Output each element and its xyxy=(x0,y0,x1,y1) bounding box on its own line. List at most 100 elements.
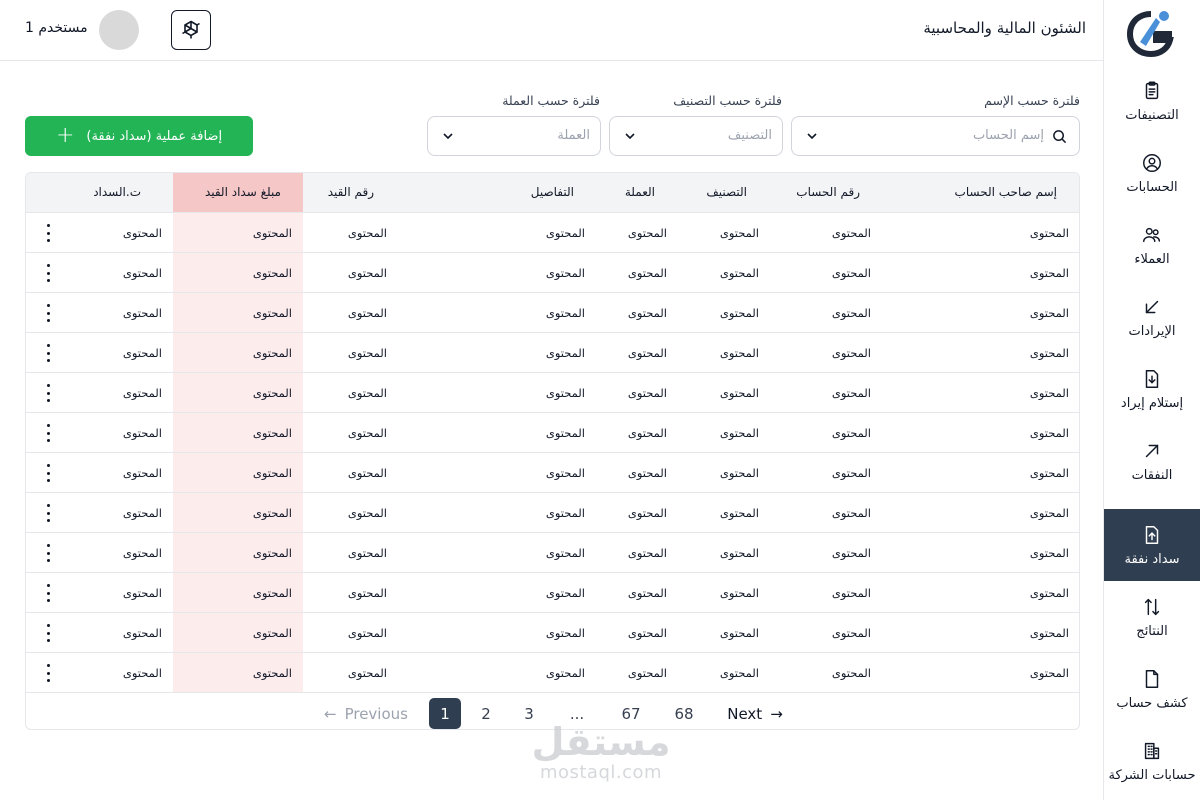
sidebar-item-label: إستلام إيراد xyxy=(1120,395,1184,411)
th-entry-amount: مبلغ سداد القيد xyxy=(204,185,281,199)
table-row[interactable]: المحتوى المحتوى المحتوى المحتوى المحتوى المحت… xyxy=(26,412,1079,452)
row-menu-icon[interactable] xyxy=(45,344,51,362)
watermark: مستقل mostaql.com xyxy=(526,722,676,783)
cell-currency: المحتوى xyxy=(627,626,667,640)
sidebar-item-8[interactable]: كشف حساب xyxy=(1104,653,1200,725)
cell-entry-number: المحتوى xyxy=(347,586,387,600)
row-menu-icon[interactable] xyxy=(45,304,51,322)
sidebar-item-5[interactable]: النفقات xyxy=(1104,425,1200,497)
th-entry-number: رقم القيد xyxy=(327,185,374,199)
page-title: الشئون المالية والمحاسبية xyxy=(923,19,1086,37)
row-menu-icon[interactable] xyxy=(45,504,51,522)
table-row[interactable]: المحتوى المحتوى المحتوى المحتوى المحتوى المحت… xyxy=(26,652,1079,692)
filter-name-placeholder: إسم الحساب xyxy=(972,128,1044,143)
next-page-button[interactable]: Next → xyxy=(723,698,787,729)
table-row[interactable]: المحتوى المحتوى المحتوى المحتوى المحتوى المحت… xyxy=(26,252,1079,292)
sidebar-item-9[interactable]: حسابات الشركة xyxy=(1104,725,1200,797)
cell-entry-amount: المحتوى xyxy=(252,386,292,400)
table-header: إسم صاحب الحساب رقم الحساب التصنيف العمل… xyxy=(26,173,1079,212)
row-menu-icon[interactable] xyxy=(45,384,51,402)
cell-entry-number: المحتوى xyxy=(347,426,387,440)
table-row[interactable]: المحتوى المحتوى المحتوى المحتوى المحتوى المحت… xyxy=(26,332,1079,372)
row-menu-icon[interactable] xyxy=(45,664,51,682)
cell-details: المحتوى xyxy=(545,626,585,640)
row-menu-icon[interactable] xyxy=(45,464,51,482)
cell-category: المحتوى xyxy=(719,426,759,440)
th-currency: العملة xyxy=(624,185,655,199)
sidebar-item-label: كشف حساب xyxy=(1116,695,1188,711)
cell-entry-number: المحتوى xyxy=(347,266,387,280)
row-menu-icon[interactable] xyxy=(45,624,51,642)
sidebar-item-3[interactable]: الإيرادات xyxy=(1104,281,1200,353)
row-menu-icon[interactable] xyxy=(45,264,51,282)
clipboard-icon xyxy=(1145,81,1159,99)
cell-currency: المحتوى xyxy=(627,226,667,240)
sidebar-item-6[interactable]: سداد نفقة xyxy=(1104,509,1200,581)
sidebar-item-1[interactable]: الحسابات xyxy=(1104,137,1200,209)
table-row[interactable]: المحتوى المحتوى المحتوى المحتوى المحتوى المحت… xyxy=(26,292,1079,332)
cell-entry-amount: المحتوى xyxy=(252,666,292,680)
cell-account-holder: المحتوى xyxy=(1029,586,1069,600)
cell-category: المحتوى xyxy=(719,506,759,520)
arrow-right-icon: → xyxy=(770,704,783,723)
company-logo[interactable] xyxy=(1126,6,1176,58)
cell-category: المحتوى xyxy=(719,626,759,640)
filter-currency-label: فلترة حسب العملة xyxy=(502,93,600,108)
cell-account-number: المحتوى xyxy=(831,586,871,600)
file-download-icon xyxy=(1145,369,1159,388)
sidebar-item-label: النتائج xyxy=(1136,623,1168,639)
th-payment-date: ت.السداد xyxy=(93,185,141,199)
user-avatar[interactable] xyxy=(99,10,139,50)
table-row[interactable]: المحتوى المحتوى المحتوى المحتوى المحتوى المحت… xyxy=(26,532,1079,572)
cell-payment-date: المحتوى xyxy=(122,666,162,680)
search-icon xyxy=(1053,130,1067,144)
sidebar-item-7[interactable]: النتائج xyxy=(1104,581,1200,653)
add-payment-button[interactable]: إضافة عملية (سداد نفقة) + xyxy=(25,116,253,156)
cell-details: المحتوى xyxy=(545,546,585,560)
filter-category-select[interactable]: التصنيف xyxy=(609,116,783,156)
payments-table: إسم صاحب الحساب رقم الحساب التصنيف العمل… xyxy=(25,172,1080,730)
users-icon xyxy=(1143,227,1161,242)
add-payment-label: إضافة عملية (سداد نفقة) xyxy=(86,128,223,144)
cell-account-holder: المحتوى xyxy=(1029,426,1069,440)
cell-category: المحتوى xyxy=(719,386,759,400)
cell-entry-amount: المحتوى xyxy=(252,306,292,320)
filter-currency-select[interactable]: العملة xyxy=(427,116,601,156)
cell-account-number: المحتوى xyxy=(831,306,871,320)
table-row[interactable]: المحتوى المحتوى المحتوى المحتوى المحتوى المحت… xyxy=(26,212,1079,252)
row-menu-icon[interactable] xyxy=(45,424,51,442)
filter-category-placeholder: التصنيف xyxy=(727,128,772,143)
cell-details: المحتوى xyxy=(545,386,585,400)
page-button[interactable]: 2 xyxy=(470,698,502,729)
cell-currency: المحتوى xyxy=(627,386,667,400)
table-row[interactable]: المحتوى المحتوى المحتوى المحتوى المحتوى المحت… xyxy=(26,612,1079,652)
table-row[interactable]: المحتوى المحتوى المحتوى المحتوى المحتوى المحت… xyxy=(26,372,1079,412)
table-row[interactable]: المحتوى المحتوى المحتوى المحتوى المحتوى المحت… xyxy=(26,452,1079,492)
sidebar-item-0[interactable]: التصنيفات xyxy=(1104,65,1200,137)
building-icon xyxy=(1144,742,1160,759)
sidebar-item-4[interactable]: إستلام إيراد xyxy=(1104,353,1200,425)
cell-entry-number: المحتوى xyxy=(347,666,387,680)
sidebar-item-label: العملاء xyxy=(1134,251,1170,267)
sidebar-item-label: الحسابات xyxy=(1126,179,1178,195)
filter-name-select[interactable]: إسم الحساب xyxy=(791,116,1080,156)
page-button[interactable]: 1 xyxy=(429,698,461,729)
row-menu-icon[interactable] xyxy=(45,584,51,602)
sidebar-item-2[interactable]: العملاء xyxy=(1104,209,1200,281)
chevron-down-icon xyxy=(443,133,453,140)
table-row[interactable]: المحتوى المحتوى المحتوى المحتوى المحتوى المحت… xyxy=(26,492,1079,532)
row-menu-icon[interactable] xyxy=(45,224,51,242)
watermark-arabic: مستقل xyxy=(531,720,671,764)
previous-label: Previous xyxy=(344,704,408,723)
table-row[interactable]: المحتوى المحتوى المحتوى المحتوى المحتوى المحت… xyxy=(26,572,1079,612)
ai-assistant-button[interactable] xyxy=(171,10,211,50)
top-header: الشئون المالية والمحاسبية مستخدم 1 xyxy=(0,0,1103,61)
cell-currency: المحتوى xyxy=(627,506,667,520)
next-label: Next xyxy=(727,704,763,723)
row-menu-icon[interactable] xyxy=(45,544,51,562)
filter-name-label: فلترة حسب الإسم xyxy=(984,93,1080,108)
cell-currency: المحتوى xyxy=(627,306,667,320)
cell-payment-date: المحتوى xyxy=(122,506,162,520)
cell-account-number: المحتوى xyxy=(831,626,871,640)
previous-page-button[interactable]: ← Previous xyxy=(321,698,411,729)
